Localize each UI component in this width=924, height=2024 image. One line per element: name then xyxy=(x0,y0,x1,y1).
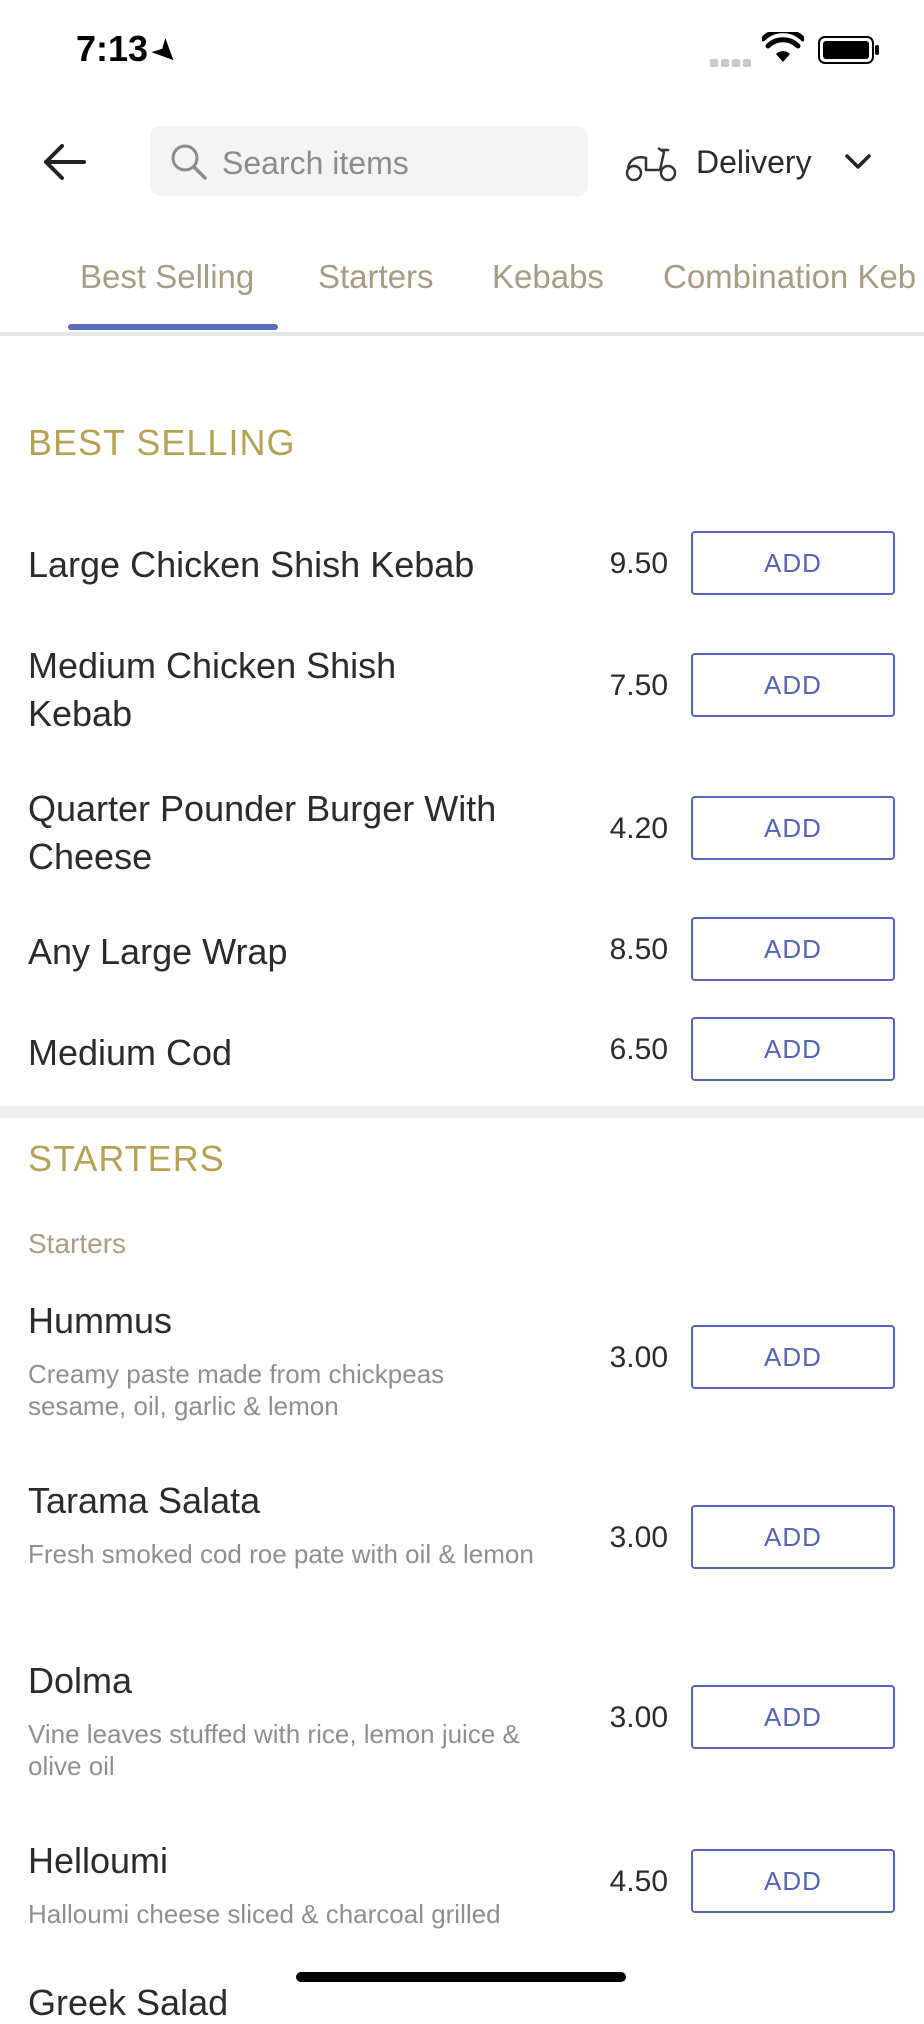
add-button[interactable]: ADD xyxy=(691,1685,895,1749)
menu-item-description: Vine leaves stuffed with rice, lemon jui… xyxy=(28,1719,520,1781)
location-arrow-icon: ➤ xyxy=(146,32,186,71)
status-time: 7:13➤ xyxy=(76,28,185,71)
add-button[interactable]: ADD xyxy=(691,653,895,717)
add-button[interactable]: ADD xyxy=(691,796,895,860)
search-placeholder: Search items xyxy=(222,145,409,181)
menu-item-name: Tarama Salata xyxy=(28,1480,261,1521)
delivery-label: Delivery xyxy=(696,144,812,180)
status-bar: 7:13➤ xyxy=(0,0,924,100)
tab-combination-kebabs[interactable]: Combination Keb xyxy=(663,258,916,296)
menu-item-price: 9.50 xyxy=(609,547,668,580)
menu-item-name: Large Chicken Shish Kebab xyxy=(28,544,475,585)
menu-item-name: Quarter Pounder Burger With Cheese xyxy=(28,788,497,877)
menu-item-price: 3.00 xyxy=(609,1341,668,1374)
back-button[interactable] xyxy=(40,138,88,186)
battery-icon xyxy=(818,36,879,64)
menu-item-name-partial: Greek Salad xyxy=(28,1982,229,2023)
menu-item-name: Helloumi xyxy=(28,1840,169,1881)
tab-active-indicator xyxy=(68,324,278,330)
top-bar: Search items Delivery xyxy=(0,120,924,200)
tab-best-selling[interactable]: Best Selling xyxy=(80,258,254,296)
back-arrow-icon xyxy=(44,144,86,180)
category-tabs: Best Selling Starters Kebabs Combination… xyxy=(0,244,924,336)
menu-item-price: 6.50 xyxy=(609,1033,668,1066)
section-title-starters: STARTERS xyxy=(28,1138,225,1179)
menu-item-price: 7.50 xyxy=(609,669,668,702)
add-button[interactable]: ADD xyxy=(691,1505,895,1569)
add-button[interactable]: ADD xyxy=(691,1325,895,1389)
menu-item-price: 4.50 xyxy=(609,1865,668,1898)
search-icon xyxy=(171,144,207,180)
add-button[interactable]: ADD xyxy=(691,1849,895,1913)
section-title-best-selling: BEST SELLING xyxy=(28,422,296,463)
menu-item-name: Any Large Wrap xyxy=(28,931,288,972)
tab-starters[interactable]: Starters xyxy=(318,258,434,296)
add-button[interactable]: ADD xyxy=(691,917,895,981)
add-button[interactable]: ADD xyxy=(691,1017,895,1081)
menu-item-name: Medium Chicken Shish Kebab xyxy=(28,645,397,734)
menu-item-description: Creamy paste made from chickpeas sesame,… xyxy=(28,1359,445,1421)
time-text: 7:13 xyxy=(76,28,149,69)
menu-item-price: 3.00 xyxy=(609,1521,668,1554)
menu-item-price: 3.00 xyxy=(609,1701,668,1734)
menu-item-price: 8.50 xyxy=(609,933,668,966)
menu-item-name: Hummus xyxy=(28,1300,173,1341)
menu-item-name: Medium Cod xyxy=(28,1032,233,1073)
delivery-selector[interactable]: Delivery xyxy=(620,120,900,202)
menu-item-description: Fresh smoked cod roe pate with oil & lem… xyxy=(28,1539,534,1569)
subsection-label: Starters xyxy=(28,1228,127,1259)
menu-item-name: Dolma xyxy=(28,1660,133,1701)
add-button[interactable]: ADD xyxy=(691,531,895,595)
section-divider xyxy=(0,1106,924,1118)
home-indicator[interactable] xyxy=(296,1972,626,1982)
menu-item-description: Halloumi cheese sliced & charcoal grille… xyxy=(28,1899,501,1929)
wifi-icon xyxy=(762,32,804,62)
menu-item-price: 4.20 xyxy=(609,812,668,845)
tab-kebabs[interactable]: Kebabs xyxy=(492,258,604,296)
chevron-down-icon xyxy=(845,154,871,169)
search-input[interactable]: Search items xyxy=(150,126,588,196)
scooter-icon xyxy=(625,146,677,182)
cellular-signal-icon xyxy=(710,54,754,72)
